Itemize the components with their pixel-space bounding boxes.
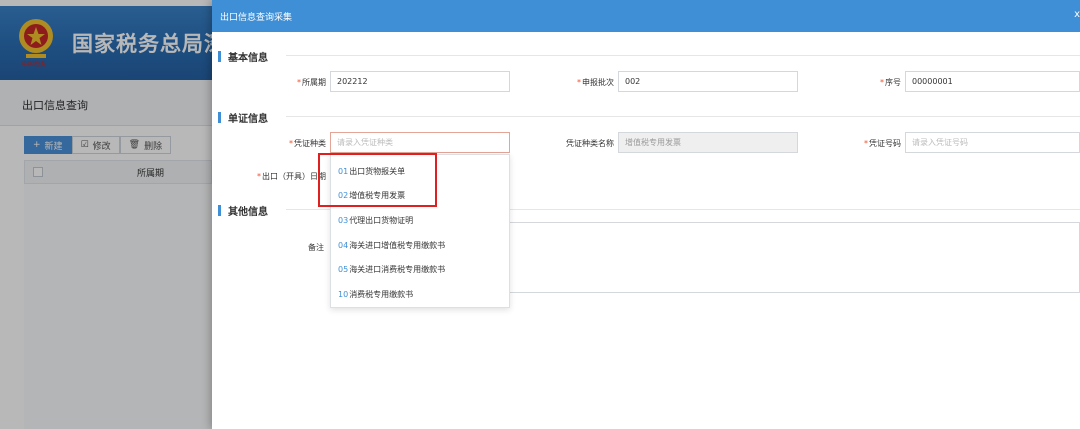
section-other-info: 其他信息 (218, 203, 268, 218)
batch-label: *申报批次 (577, 78, 614, 87)
highlight-box (318, 153, 437, 207)
sequence-input[interactable]: 00000001 (905, 71, 1080, 92)
export-date-label: *出口（开具）日期 (257, 172, 326, 181)
section-divider (286, 116, 1080, 117)
close-icon[interactable]: x (1074, 9, 1080, 20)
section-voucher-info: 单证信息 (218, 110, 268, 125)
dialog-header: 出口信息查询采集 x (212, 0, 1080, 32)
dropdown-option[interactable]: 10消费税专用缴款书 (338, 289, 413, 300)
voucher-type-input[interactable]: 请录入凭证种类 (330, 132, 510, 153)
dropdown-option[interactable]: 05海关进口消费税专用缴款书 (338, 264, 445, 275)
section-voucher-title: 单证信息 (228, 114, 268, 125)
period-input[interactable]: 202212 (330, 71, 510, 92)
section-marker (218, 51, 221, 62)
voucher-number-input[interactable]: 请录入凭证号码 (905, 132, 1080, 153)
voucher-type-name-label: 凭证种类名称 (566, 139, 614, 148)
batch-input[interactable]: 002 (618, 71, 798, 92)
section-marker (218, 205, 221, 216)
dropdown-option[interactable]: 04海关进口增值税专用缴款书 (338, 240, 445, 251)
voucher-type-name-input: 增值税专用发票 (618, 132, 798, 153)
background-app: 中国税务 国家税务总局深 出口信息查询 + 新建 ☑ 修改 🗑 删除 所属期 (0, 0, 212, 429)
voucher-type-label: *凭证种类 (289, 139, 326, 148)
section-other-title: 其他信息 (228, 207, 268, 218)
section-marker (218, 112, 221, 123)
dropdown-option[interactable]: 03代理出口货物证明 (338, 215, 413, 226)
export-info-dialog: 出口信息查询采集 x 基本信息 *所属期 202212 *申报批次 002 *序… (212, 0, 1080, 429)
section-basic-info: 基本信息 (218, 49, 268, 64)
sequence-label: *序号 (880, 78, 901, 87)
remarks-label: 备注 (308, 243, 324, 252)
dialog-title: 出口信息查询采集 (220, 13, 293, 23)
period-label: *所属期 (297, 78, 326, 87)
modal-backdrop[interactable] (0, 0, 212, 429)
voucher-number-label: *凭证号码 (864, 139, 901, 148)
section-basic-title: 基本信息 (228, 53, 268, 64)
section-divider (286, 55, 1080, 56)
